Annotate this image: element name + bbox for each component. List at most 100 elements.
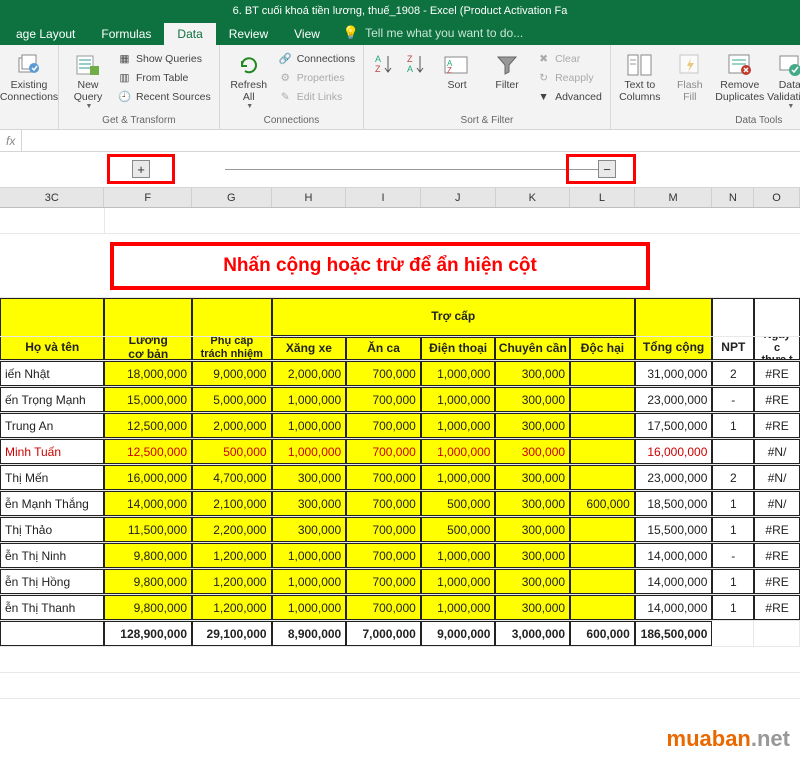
cell[interactable]: 500,000 xyxy=(421,517,496,542)
cell[interactable]: 700,000 xyxy=(346,543,421,568)
cell[interactable]: - xyxy=(712,387,754,412)
cell[interactable]: 300,000 xyxy=(495,465,570,490)
banner-row[interactable]: Nhấn cộng hoặc trừ để ẩn hiện cột xyxy=(0,234,800,298)
cell[interactable]: 2,000,000 xyxy=(192,413,272,438)
cell[interactable]: 1,200,000 xyxy=(192,569,272,594)
cell[interactable]: 300,000 xyxy=(495,387,570,412)
connections-button[interactable]: 🔗Connections xyxy=(276,50,357,67)
cell[interactable]: 300,000 xyxy=(272,491,347,516)
cell[interactable]: 1 xyxy=(712,569,754,594)
cell[interactable] xyxy=(570,439,635,464)
cell[interactable]: 2,200,000 xyxy=(192,517,272,542)
from-table-button[interactable]: ▥From Table xyxy=(115,69,213,86)
cell[interactable]: 9,800,000 xyxy=(104,543,192,568)
tab-data[interactable]: Data xyxy=(164,23,215,45)
cell-name[interactable]: Thị Mến xyxy=(0,465,104,490)
table-row[interactable]: Minh Tuấn12,500,000500,0001,000,000700,0… xyxy=(0,439,800,465)
header-row-1[interactable]: Trợ cấp xyxy=(0,298,800,337)
cell[interactable]: #RE xyxy=(754,595,800,620)
cell[interactable]: 1,000,000 xyxy=(272,413,347,438)
cell[interactable]: 15,000,000 xyxy=(104,387,192,412)
cell[interactable]: 14,000,000 xyxy=(635,595,713,620)
show-queries-button[interactable]: ▦Show Queries xyxy=(115,50,213,67)
tab-view[interactable]: View xyxy=(281,23,333,45)
cell[interactable]: 1,000,000 xyxy=(421,413,496,438)
cell-name[interactable]: Minh Tuấn xyxy=(0,439,104,464)
filter-button[interactable]: Filter xyxy=(484,48,530,105)
sort-button[interactable]: AZ Sort xyxy=(434,48,480,105)
table-row[interactable]: ến Trọng Mạnh15,000,0005,000,0001,000,00… xyxy=(0,387,800,413)
totals-m[interactable]: 186,500,000 xyxy=(635,621,713,646)
cell[interactable]: 1 xyxy=(712,491,754,516)
cell[interactable]: 1,000,000 xyxy=(421,361,496,386)
totals-h[interactable]: 8,900,000 xyxy=(272,621,347,646)
totals-name[interactable] xyxy=(0,621,104,646)
cell[interactable]: 500,000 xyxy=(421,491,496,516)
table-row[interactable]: ễn Thị Thanh9,800,0001,200,0001,000,0007… xyxy=(0,595,800,621)
cell[interactable]: 12,500,000 xyxy=(104,413,192,438)
cell[interactable]: 17,500,000 xyxy=(635,413,713,438)
totals-k[interactable]: 3,000,000 xyxy=(495,621,570,646)
col-header[interactable]: G xyxy=(192,188,272,207)
outline-expand-button[interactable]: + xyxy=(132,160,150,178)
cell[interactable]: 1,000,000 xyxy=(272,439,347,464)
cell[interactable] xyxy=(570,595,635,620)
tab-review[interactable]: Review xyxy=(216,23,281,45)
cell[interactable] xyxy=(570,361,635,386)
cell[interactable]: 600,000 xyxy=(570,491,635,516)
cell[interactable]: #RE xyxy=(754,517,800,542)
fx-label[interactable]: fx xyxy=(0,130,22,151)
cell[interactable]: 300,000 xyxy=(272,465,347,490)
cell[interactable]: 1 xyxy=(712,413,754,438)
col-header[interactable]: I xyxy=(346,188,421,207)
cell-name[interactable]: ến Trọng Mạnh xyxy=(0,387,104,412)
cell[interactable]: 18,000,000 xyxy=(104,361,192,386)
cell[interactable]: 700,000 xyxy=(346,517,421,542)
cell[interactable]: #N/ xyxy=(754,465,800,490)
tab-formulas[interactable]: Formulas xyxy=(88,23,164,45)
cell[interactable]: #N/ xyxy=(754,439,800,464)
refresh-all-button[interactable]: Refresh All ▼ xyxy=(226,48,272,110)
totals-row[interactable]: 128,900,000 29,100,000 8,900,000 7,000,0… xyxy=(0,621,800,647)
cell[interactable]: 1,000,000 xyxy=(421,387,496,412)
formula-bar[interactable]: fx xyxy=(0,130,800,152)
cell[interactable]: 18,500,000 xyxy=(635,491,713,516)
table-row[interactable]: Thị Thảo11,500,0002,200,000300,000700,00… xyxy=(0,517,800,543)
totals-i[interactable]: 7,000,000 xyxy=(346,621,421,646)
cell[interactable]: 300,000 xyxy=(495,569,570,594)
cell[interactable]: 14,000,000 xyxy=(104,491,192,516)
col-header[interactable]: K xyxy=(496,188,571,207)
cell[interactable] xyxy=(570,465,635,490)
cell[interactable]: 1,000,000 xyxy=(272,595,347,620)
cell[interactable] xyxy=(570,569,635,594)
cell[interactable]: 16,000,000 xyxy=(104,465,192,490)
cell[interactable]: 700,000 xyxy=(346,413,421,438)
col-header[interactable]: O xyxy=(754,188,800,207)
cell[interactable]: 1,000,000 xyxy=(421,569,496,594)
totals-l[interactable]: 600,000 xyxy=(570,621,635,646)
col-header[interactable]: 3C xyxy=(0,188,104,207)
flash-fill-button[interactable]: Flash Fill xyxy=(667,48,713,110)
cell[interactable] xyxy=(712,439,754,464)
col-header[interactable]: F xyxy=(104,188,192,207)
cell[interactable]: 500,000 xyxy=(192,439,272,464)
cell[interactable]: 300,000 xyxy=(272,517,347,542)
cell[interactable]: 1 xyxy=(712,517,754,542)
col-header[interactable]: N xyxy=(712,188,754,207)
col-header[interactable]: M xyxy=(635,188,713,207)
cell[interactable]: 300,000 xyxy=(495,413,570,438)
cell[interactable]: 1,000,000 xyxy=(421,439,496,464)
cell[interactable] xyxy=(570,387,635,412)
cell[interactable]: 12,500,000 xyxy=(104,439,192,464)
outline-collapse-button[interactable]: − xyxy=(598,160,616,178)
cell[interactable]: 23,000,000 xyxy=(635,387,713,412)
cell[interactable]: 300,000 xyxy=(495,491,570,516)
tell-me-search[interactable]: 💡 Tell me what you want to do... xyxy=(333,21,533,45)
cell-name[interactable]: ễn Thị Thanh xyxy=(0,595,104,620)
cell[interactable]: 2,000,000 xyxy=(272,361,347,386)
cell[interactable]: 700,000 xyxy=(346,361,421,386)
cell-name[interactable]: Thị Thảo xyxy=(0,517,104,542)
col-header[interactable]: J xyxy=(421,188,496,207)
cell[interactable]: 300,000 xyxy=(495,517,570,542)
za-sort-button[interactable]: ZA xyxy=(402,48,430,105)
